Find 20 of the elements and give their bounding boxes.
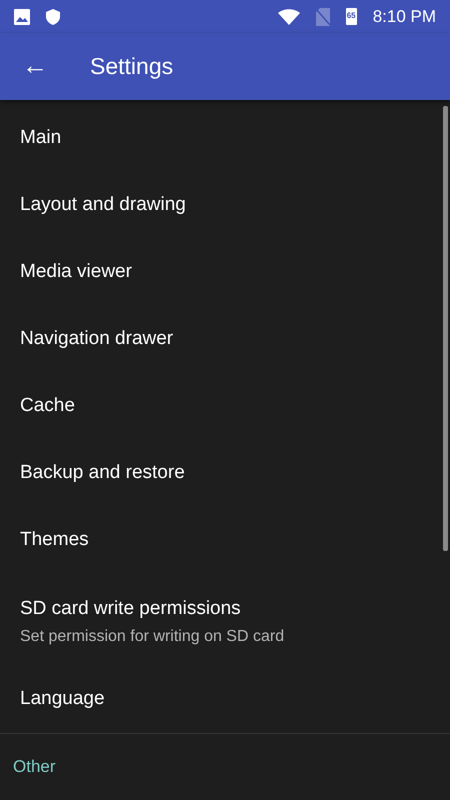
settings-item[interactable]: Media viewer: [0, 239, 450, 306]
section-header: Other: [0, 733, 450, 800]
settings-item[interactable]: Backup and restore: [0, 440, 450, 507]
battery-level-text: 65: [346, 10, 356, 22]
gallery-icon: [14, 8, 30, 24]
settings-item[interactable]: Main: [0, 105, 450, 172]
toolbar-title: Settings: [90, 52, 174, 82]
settings-item[interactable]: Layout and drawing: [0, 172, 450, 239]
shield-icon: [46, 8, 60, 24]
settings-item[interactable]: Navigation drawer: [0, 306, 450, 373]
item-summary: Set permission for writing on SD card: [20, 627, 286, 648]
settings-item[interactable]: SD card write permissions Set permission for writing on SD card: [0, 574, 450, 666]
settings-item[interactable]: Themes: [0, 507, 450, 574]
back-button[interactable]: ←: [0, 52, 70, 82]
clock-time: 8:10 PM: [372, 6, 436, 28]
wifi-icon: [278, 8, 300, 24]
settings-item[interactable]: Language: [0, 666, 450, 733]
no-sim-icon: [316, 8, 330, 26]
item-title: SD card write permissions: [20, 596, 242, 621]
settings-item[interactable]: Cache: [0, 373, 450, 440]
